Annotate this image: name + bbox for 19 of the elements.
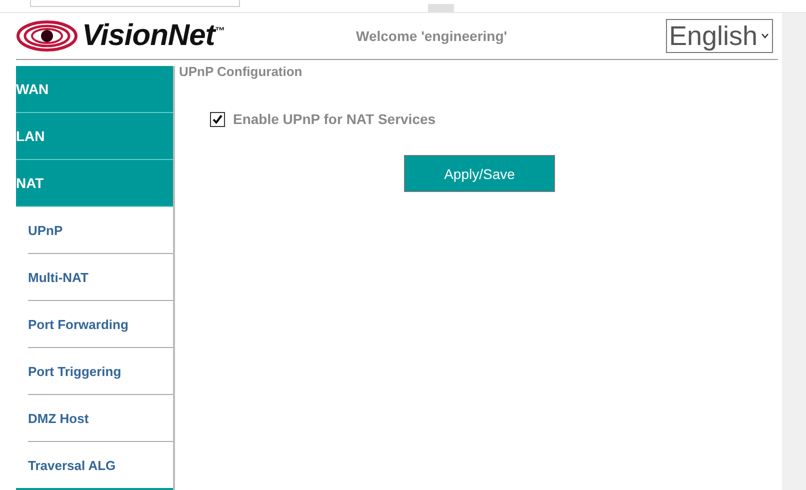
logo-text: VisionNet$^{™}$ (82, 19, 224, 53)
submenu-item[interactable]: DMZ Host (28, 395, 173, 442)
language-select[interactable]: English (666, 19, 773, 53)
submenu-item[interactable]: Traversal ALG (28, 442, 173, 489)
checkbox[interactable] (210, 112, 225, 126)
submenu-item[interactable]: UPnP (28, 207, 173, 254)
checkbox-label: Enable UPnP for NAT Services (233, 111, 436, 127)
caret-icon (760, 33, 769, 39)
apply-save-button[interactable]: Apply/Save (404, 155, 555, 192)
submenu-item[interactable]: Port Forwarding (28, 301, 173, 348)
menu-item[interactable]: WAN (16, 66, 173, 113)
scrollbar[interactable] (782, 13, 806, 490)
submenu-item[interactable]: Multi-NAT (28, 254, 173, 301)
logo-icon (16, 20, 78, 52)
menu-item[interactable]: LAN (16, 113, 173, 160)
submenu-item[interactable]: Port Triggering (28, 348, 173, 395)
section-title: UPnP Configuration (179, 64, 304, 79)
menu-item[interactable]: NAT (16, 160, 173, 207)
welcome-text: Welcome 'engineering' (356, 28, 508, 44)
